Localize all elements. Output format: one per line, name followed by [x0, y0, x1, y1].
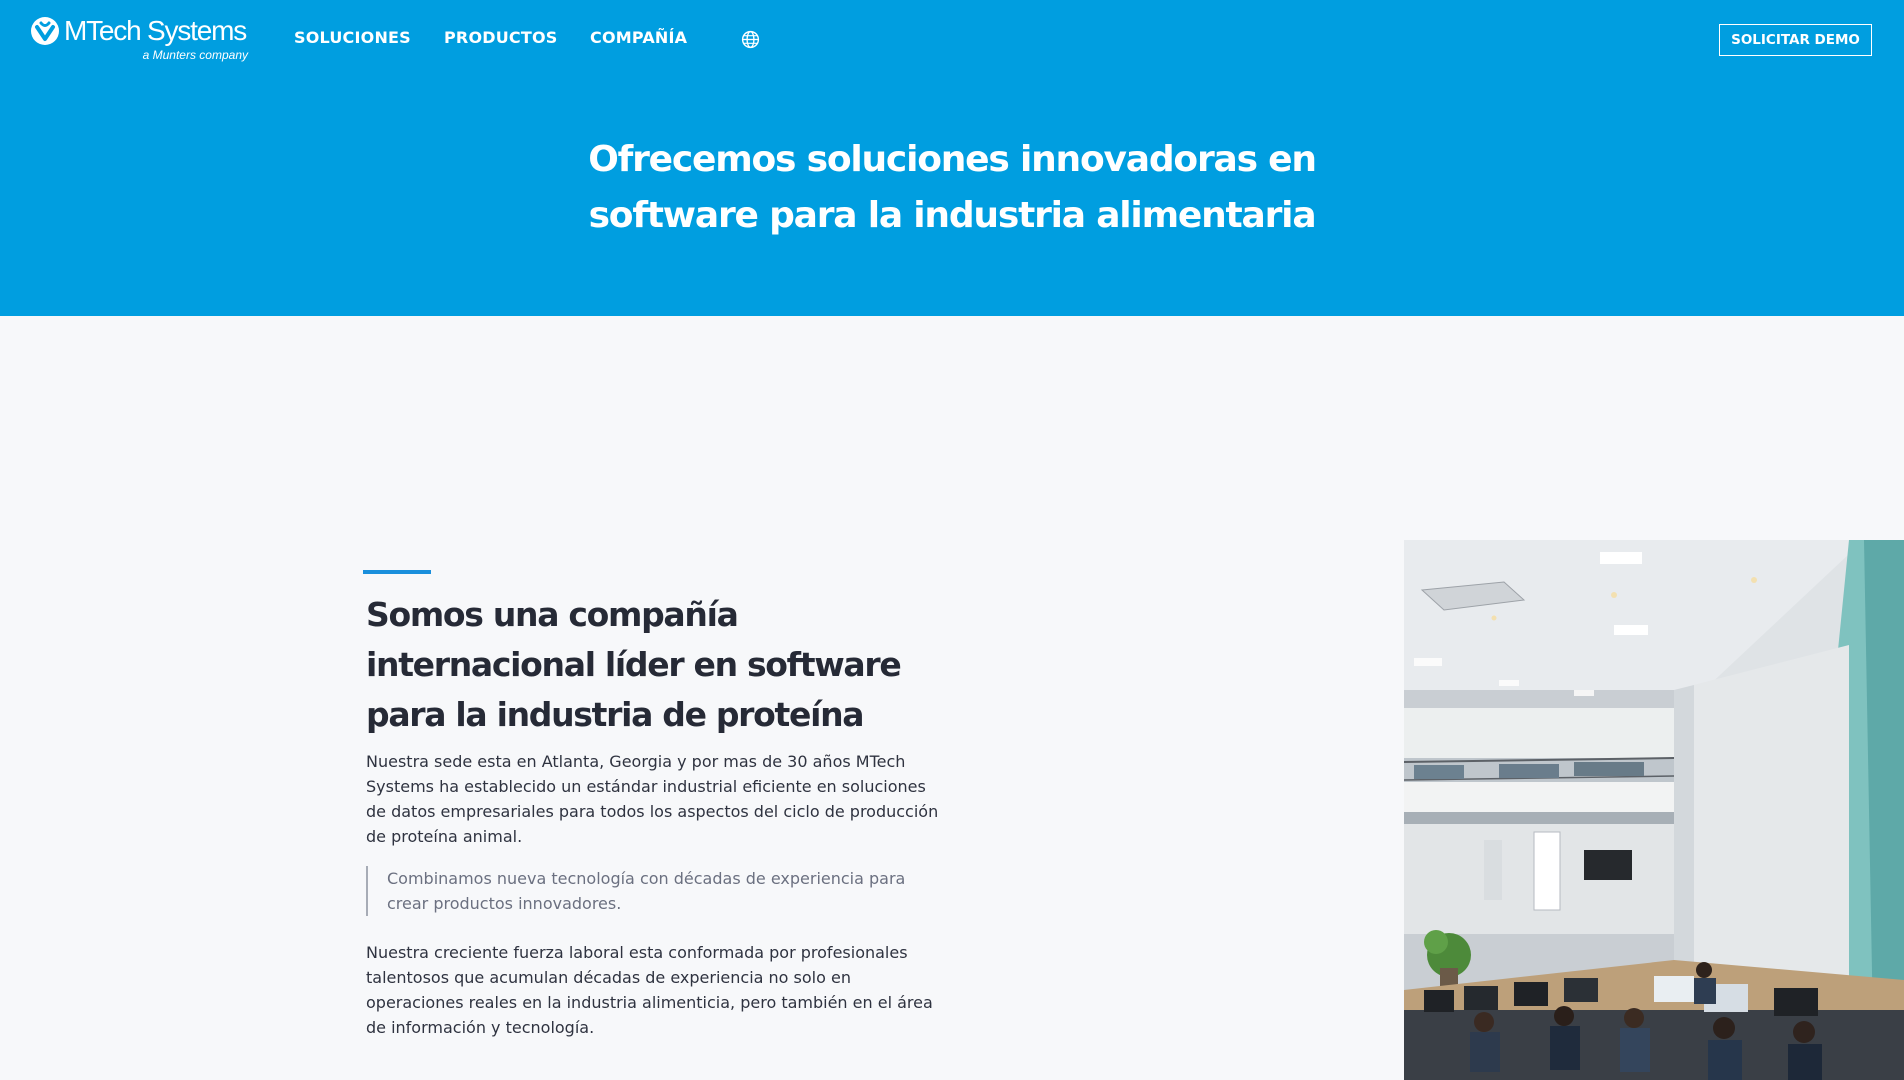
globe-icon[interactable] — [741, 30, 760, 49]
office-photo — [1404, 540, 1904, 1080]
nav-item-productos[interactable]: PRODUCTOS — [444, 28, 558, 47]
brand-name: MTech Systems — [64, 15, 247, 46]
about-paragraph-2: Nuestra creciente fuerza laboral esta co… — [366, 943, 933, 1037]
nav-item-soluciones[interactable]: SOLUCIONES — [294, 28, 411, 47]
brand-tagline: a Munters company — [142, 48, 248, 62]
request-demo-button[interactable]: SOLICITAR DEMO — [1719, 24, 1872, 56]
about-quote: Combinamos nueva tecnología con décadas … — [366, 866, 946, 916]
site-header: MTech Systems a Munters company SOLUCION… — [0, 0, 1904, 316]
nav-item-compania[interactable]: COMPAÑÍA — [590, 28, 687, 47]
hero-title: Ofrecemos soluciones innovadoras en soft… — [588, 139, 1317, 236]
about-paragraph-1: Nuestra sede esta en Atlanta, Georgia y … — [366, 752, 939, 846]
munters-logo-icon — [31, 17, 59, 45]
about-title: Somos una compañía internacional líder e… — [366, 595, 902, 734]
section-accent-bar — [363, 570, 431, 574]
top-navigation: MTech Systems a Munters company SOLUCION… — [0, 0, 1904, 80]
brand-logo[interactable]: MTech Systems a Munters company — [30, 14, 250, 66]
